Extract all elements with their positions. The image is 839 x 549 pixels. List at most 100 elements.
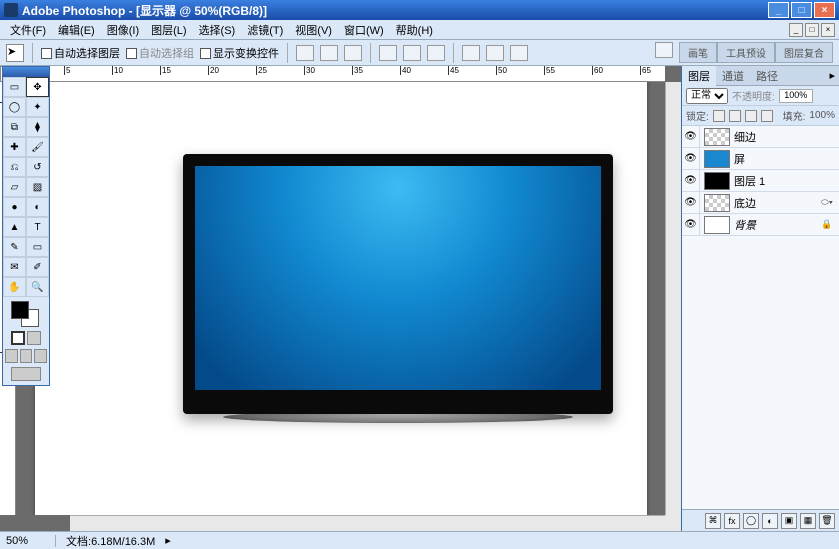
status-menu-icon[interactable]: ▸ xyxy=(165,534,171,547)
pen-tool[interactable]: ✎ xyxy=(3,237,26,257)
standard-mode-icon[interactable] xyxy=(11,331,25,345)
shape-tool[interactable]: ▭ xyxy=(26,237,49,257)
minimize-button[interactable]: _ xyxy=(768,2,789,18)
panel-menu-icon[interactable]: ▸ xyxy=(825,69,839,82)
menu-edit[interactable]: 编辑(E) xyxy=(52,20,101,40)
well-tab-tool-presets[interactable]: 工具预设 xyxy=(717,42,775,63)
layer-style-icon[interactable]: fx xyxy=(724,513,740,529)
align-right-icon[interactable] xyxy=(427,45,445,61)
visibility-toggle-icon[interactable]: 👁 xyxy=(682,214,700,236)
layer-thumbnail[interactable] xyxy=(704,216,730,234)
type-tool[interactable]: T xyxy=(26,217,49,237)
move-tool[interactable]: ✥ xyxy=(26,77,49,97)
layer-thumbnail[interactable] xyxy=(704,150,730,168)
doc-minimize-button[interactable]: _ xyxy=(789,23,803,37)
vertical-scrollbar[interactable] xyxy=(665,82,681,515)
clone-stamp-tool[interactable]: ⎌ xyxy=(3,157,26,177)
eyedropper-tool[interactable]: ✐ xyxy=(26,257,49,277)
gradient-tool[interactable]: ▧ xyxy=(26,177,49,197)
menu-filter[interactable]: 滤镜(T) xyxy=(241,20,289,40)
align-vcenter-icon[interactable] xyxy=(320,45,338,61)
layer-name[interactable]: 细边 xyxy=(734,129,839,145)
layer-row[interactable]: 👁背景🔒 xyxy=(682,214,839,236)
tab-paths[interactable]: 路径 xyxy=(750,66,784,86)
well-tab-brushes[interactable]: 画笔 xyxy=(679,42,717,63)
ruler-horizontal[interactable]: 05101520253035404550556065 xyxy=(16,66,665,82)
lock-all-icon[interactable] xyxy=(761,110,773,122)
hand-tool[interactable]: ✋ xyxy=(3,277,26,297)
layer-thumbnail[interactable] xyxy=(704,128,730,146)
color-swatches[interactable] xyxy=(3,297,49,329)
lock-pixels-icon[interactable] xyxy=(729,110,741,122)
horizontal-scrollbar[interactable] xyxy=(70,515,665,531)
visibility-toggle-icon[interactable]: 👁 xyxy=(682,192,700,214)
visibility-toggle-icon[interactable]: 👁 xyxy=(682,170,700,192)
history-brush-tool[interactable]: ↺ xyxy=(26,157,49,177)
visibility-toggle-icon[interactable]: 👁 xyxy=(682,148,700,170)
new-layer-icon[interactable]: ▦ xyxy=(800,513,816,529)
menu-layer[interactable]: 图层(L) xyxy=(145,20,192,40)
tab-layers[interactable]: 图层 xyxy=(682,66,716,86)
align-bottom-icon[interactable] xyxy=(344,45,362,61)
menu-select[interactable]: 选择(S) xyxy=(193,20,242,40)
menu-window[interactable]: 窗口(W) xyxy=(338,20,390,40)
lock-position-icon[interactable] xyxy=(745,110,757,122)
maximize-button[interactable]: □ xyxy=(791,2,812,18)
layer-thumbnail[interactable] xyxy=(704,172,730,190)
palette-toggle-icon[interactable] xyxy=(655,42,673,58)
jump-to-imageready-icon[interactable] xyxy=(11,367,41,381)
link-layers-icon[interactable]: ⌘ xyxy=(705,513,721,529)
toolbox-header[interactable] xyxy=(3,67,49,77)
layer-thumbnail[interactable] xyxy=(704,194,730,212)
canvas-viewport[interactable] xyxy=(16,82,665,515)
lock-transparency-icon[interactable] xyxy=(713,110,725,122)
layer-name[interactable]: 屏 xyxy=(734,151,839,167)
layer-name[interactable]: 图层 1 xyxy=(734,173,839,189)
delete-layer-icon[interactable]: 🗑 xyxy=(819,513,835,529)
foreground-swatch[interactable] xyxy=(11,301,29,319)
quickmask-mode-icon[interactable] xyxy=(27,331,41,345)
zoom-field[interactable]: 50% xyxy=(6,535,56,547)
new-group-icon[interactable]: ▣ xyxy=(781,513,797,529)
zoom-tool[interactable]: 🔍 xyxy=(26,277,49,297)
well-tab-layer-comps[interactable]: 图层复合 xyxy=(775,42,833,63)
auto-select-layer-checkbox[interactable]: 自动选择图层 xyxy=(41,45,120,61)
show-transform-checkbox[interactable]: 显示变换控件 xyxy=(200,45,279,61)
menu-image[interactable]: 图像(I) xyxy=(101,20,145,40)
align-left-icon[interactable] xyxy=(379,45,397,61)
layer-row[interactable]: 👁细边 xyxy=(682,126,839,148)
distribute-1-icon[interactable] xyxy=(462,45,480,61)
slice-tool[interactable]: ⧫ xyxy=(26,117,49,137)
layer-name[interactable]: 背景 xyxy=(734,217,821,233)
menu-file[interactable]: 文件(F) xyxy=(4,20,52,40)
doc-close-button[interactable]: × xyxy=(821,23,835,37)
layer-effects-icon[interactable]: ⬭▾ xyxy=(821,197,835,208)
auto-select-group-checkbox[interactable]: 自动选择组 xyxy=(126,45,194,61)
opacity-field[interactable]: 100% xyxy=(779,89,813,103)
healing-brush-tool[interactable]: ✚ xyxy=(3,137,26,157)
screen-mode-1-icon[interactable] xyxy=(5,349,18,363)
eraser-tool[interactable]: ▱ xyxy=(3,177,26,197)
canvas[interactable] xyxy=(35,82,647,515)
layer-mask-icon[interactable]: ◯ xyxy=(743,513,759,529)
blur-tool[interactable]: ● xyxy=(3,197,26,217)
distribute-3-icon[interactable] xyxy=(510,45,528,61)
magic-wand-tool[interactable]: ✦ xyxy=(26,97,49,117)
close-button[interactable]: × xyxy=(814,2,835,18)
doc-restore-button[interactable]: □ xyxy=(805,23,819,37)
distribute-2-icon[interactable] xyxy=(486,45,504,61)
layer-row[interactable]: 👁底边⬭▾ xyxy=(682,192,839,214)
path-selection-tool[interactable]: ▲ xyxy=(3,217,26,237)
adjustment-layer-icon[interactable]: ◐ xyxy=(762,513,778,529)
tab-channels[interactable]: 通道 xyxy=(716,66,750,86)
notes-tool[interactable]: ✉ xyxy=(3,257,26,277)
brush-tool[interactable]: 🖌 xyxy=(26,137,49,157)
align-top-icon[interactable] xyxy=(296,45,314,61)
align-hcenter-icon[interactable] xyxy=(403,45,421,61)
current-tool-icon[interactable]: ➤ xyxy=(6,44,24,62)
layer-row[interactable]: 👁 图层 1 xyxy=(682,170,839,192)
crop-tool[interactable]: ⧉ xyxy=(3,117,26,137)
blend-mode-select[interactable]: 正常 xyxy=(686,88,728,104)
screen-mode-2-icon[interactable] xyxy=(20,349,33,363)
fill-field[interactable]: 100% xyxy=(809,110,835,121)
